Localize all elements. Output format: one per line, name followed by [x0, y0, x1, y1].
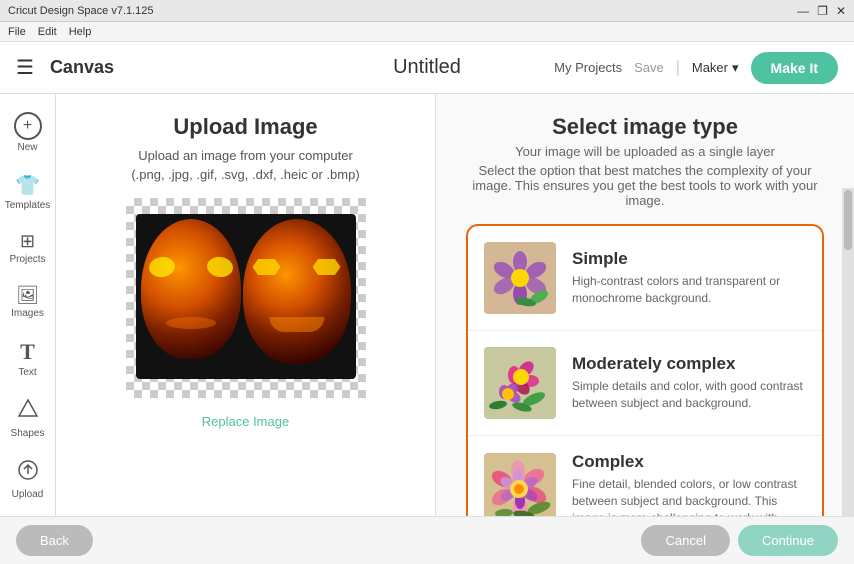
menu-bar: File Edit Help: [0, 22, 854, 42]
complex-thumbnail: [484, 453, 556, 525]
chevron-down-icon: ▾: [732, 60, 739, 76]
maker-selector[interactable]: Maker ▾: [692, 60, 739, 76]
back-button[interactable]: Back: [16, 525, 93, 556]
moderate-type-desc: Simple details and color, with good cont…: [572, 378, 806, 412]
header: ☰ Canvas Untitled My Projects Save | Mak…: [0, 42, 854, 94]
templates-icon: 👕: [15, 173, 40, 198]
header-divider: |: [676, 59, 680, 77]
sidebar-new-label: New: [17, 142, 37, 153]
simple-thumbnail: [484, 242, 556, 314]
uploaded-image: [136, 214, 356, 379]
sidebar-upload-label: Upload: [12, 489, 44, 500]
minimize-button[interactable]: —: [797, 4, 809, 18]
menu-help[interactable]: Help: [69, 26, 92, 38]
simple-type-info: Simple High-contrast colors and transpar…: [572, 249, 806, 307]
select-type-panel: Select image type Your image will be upl…: [436, 94, 854, 564]
image-types-container: Simple High-contrast colors and transpar…: [466, 224, 824, 544]
moderate-type-info: Moderately complex Simple details and co…: [572, 354, 806, 412]
new-icon: +: [14, 112, 42, 140]
select-type-subtitle: Your image will be uploaded as a single …: [466, 144, 824, 159]
images-icon: 🖼: [16, 285, 39, 306]
sidebar-shapes-label: Shapes: [11, 428, 45, 439]
app-title: Cricut Design Space v7.1.125: [8, 5, 154, 17]
sidebar-templates-label: Templates: [5, 200, 51, 211]
upload-icon: [17, 459, 39, 487]
maximize-button[interactable]: ❐: [817, 4, 828, 18]
sidebar-item-shapes[interactable]: Shapes: [0, 388, 55, 449]
projects-icon: ⊞: [20, 231, 35, 252]
menu-file[interactable]: File: [8, 26, 26, 38]
sidebar-item-text[interactable]: T Text: [0, 329, 55, 388]
shapes-icon: [17, 398, 39, 426]
moderate-type-name: Moderately complex: [572, 354, 806, 374]
image-type-simple[interactable]: Simple High-contrast colors and transpar…: [468, 226, 822, 331]
bottom-right-buttons: Cancel Continue: [641, 525, 838, 556]
sidebar-item-templates[interactable]: 👕 Templates: [0, 163, 55, 221]
sidebar-item-projects[interactable]: ⊞ Projects: [0, 221, 55, 275]
my-projects-link[interactable]: My Projects: [554, 60, 622, 75]
document-title[interactable]: Untitled: [393, 56, 461, 79]
sidebar-item-upload[interactable]: Upload: [0, 449, 55, 510]
continue-button[interactable]: Continue: [738, 525, 838, 556]
upload-panel: Upload Image Upload an image from your c…: [56, 94, 436, 564]
canvas-label: Canvas: [50, 57, 114, 78]
sidebar-item-images[interactable]: 🖼 Images: [0, 275, 55, 329]
menu-edit[interactable]: Edit: [38, 26, 57, 38]
cancel-button[interactable]: Cancel: [641, 525, 729, 556]
replace-image-link[interactable]: Replace Image: [202, 414, 289, 429]
upload-formats: (.png, .jpg, .gif, .svg, .dxf, .heic or …: [131, 167, 359, 182]
make-it-button[interactable]: Make It: [751, 52, 838, 84]
content-area: Upload Image Upload an image from your c…: [56, 94, 854, 564]
hamburger-menu[interactable]: ☰: [16, 55, 34, 80]
title-bar: Cricut Design Space v7.1.125 — ❐ ✕: [0, 0, 854, 22]
sidebar-projects-label: Projects: [9, 254, 45, 265]
select-type-description: Select the option that best matches the …: [466, 163, 824, 208]
text-icon: T: [20, 339, 35, 365]
upload-description: Upload an image from your computer: [138, 148, 353, 163]
close-button[interactable]: ✕: [836, 4, 846, 18]
sidebar-text-label: Text: [18, 367, 36, 378]
complex-type-name: Complex: [572, 452, 806, 472]
image-type-moderate[interactable]: Moderately complex Simple details and co…: [468, 331, 822, 436]
checkerboard-background: [126, 198, 366, 398]
sidebar-images-label: Images: [11, 308, 44, 319]
simple-type-name: Simple: [572, 249, 806, 269]
bottom-bar: Back Cancel Continue: [0, 516, 854, 564]
sidebar-item-new[interactable]: + New: [0, 102, 55, 163]
upload-preview-container: [126, 198, 366, 398]
main-layout: + New 👕 Templates ⊞ Projects 🖼 Images T …: [0, 94, 854, 564]
header-right: My Projects Save | Maker ▾ Make It: [554, 52, 838, 84]
upload-title: Upload Image: [173, 114, 317, 140]
moderate-thumbnail: [484, 347, 556, 419]
sidebar: + New 👕 Templates ⊞ Projects 🖼 Images T …: [0, 94, 56, 564]
select-type-title: Select image type: [466, 114, 824, 140]
window-controls: — ❐ ✕: [797, 4, 846, 18]
save-link[interactable]: Save: [634, 60, 664, 75]
scrollbar-thumb[interactable]: [844, 190, 852, 250]
scrollbar-track[interactable]: [842, 188, 854, 516]
simple-type-desc: High-contrast colors and transparent or …: [572, 273, 806, 307]
